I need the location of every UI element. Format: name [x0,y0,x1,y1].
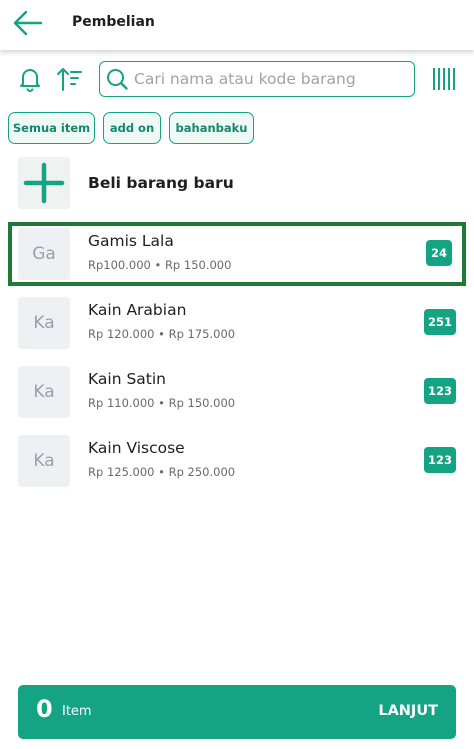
list-item[interactable]: Ka Kain Satin Rp 110.000 • Rp 150.000 12… [0,364,474,418]
item-price: Rp 125.000 • Rp 250.000 [88,465,236,479]
item-avatar: Ka [18,435,70,487]
stock-badge: 123 [423,378,456,404]
stock-badge: 123 [423,447,456,473]
item-name: Kain Arabian [88,301,187,319]
item-avatar: Ka [18,366,70,418]
stock-badge: 24 [426,240,452,266]
search-input[interactable] [134,70,404,88]
buy-new-item-label: Beli barang baru [88,174,234,192]
item-price: Rp 120.000 • Rp 175.000 [88,327,236,341]
continue-button[interactable]: 0 Item LANJUT [18,685,456,739]
continue-label: LANJUT [378,703,438,719]
toolbar [0,56,474,104]
filter-chip-bahanbaku[interactable]: bahanbaku [169,112,254,144]
list-item[interactable]: Ka Kain Viscose Rp 125.000 • Rp 250.000 … [0,433,474,487]
page-title: Pembelian [72,14,155,30]
item-avatar: Ka [18,297,70,349]
item-count-label: Item [62,704,92,719]
top-app-bar: Pembelian [0,0,474,50]
item-name: Kain Satin [88,370,166,388]
filter-chips: Semua item add on bahanbaku [0,112,474,144]
item-avatar: Ga [18,228,70,280]
item-name: Gamis Lala [88,232,174,250]
stock-badge: 251 [423,309,456,335]
item-price: Rp 110.000 • Rp 150.000 [88,396,236,410]
filter-chip-add-on[interactable]: add on [103,112,161,144]
barcode-icon[interactable] [431,64,459,94]
buy-new-item-button[interactable]: Beli barang baru [0,157,474,211]
list-item[interactable]: Ga Gamis Lala Rp100.000 • Rp 150.000 24 [0,226,474,280]
item-count: 0 [36,695,53,723]
search-field[interactable] [99,61,415,97]
search-icon [107,69,128,90]
item-name: Kain Viscose [88,439,185,457]
back-arrow-icon[interactable] [12,8,44,38]
item-price: Rp100.000 • Rp 150.000 [88,258,232,272]
bell-icon[interactable] [15,64,45,94]
filter-chip-semua-item[interactable]: Semua item [8,112,95,144]
list-item[interactable]: Ka Kain Arabian Rp 120.000 • Rp 175.000 … [0,295,474,349]
sort-icon[interactable] [55,64,85,94]
plus-icon [18,157,70,209]
